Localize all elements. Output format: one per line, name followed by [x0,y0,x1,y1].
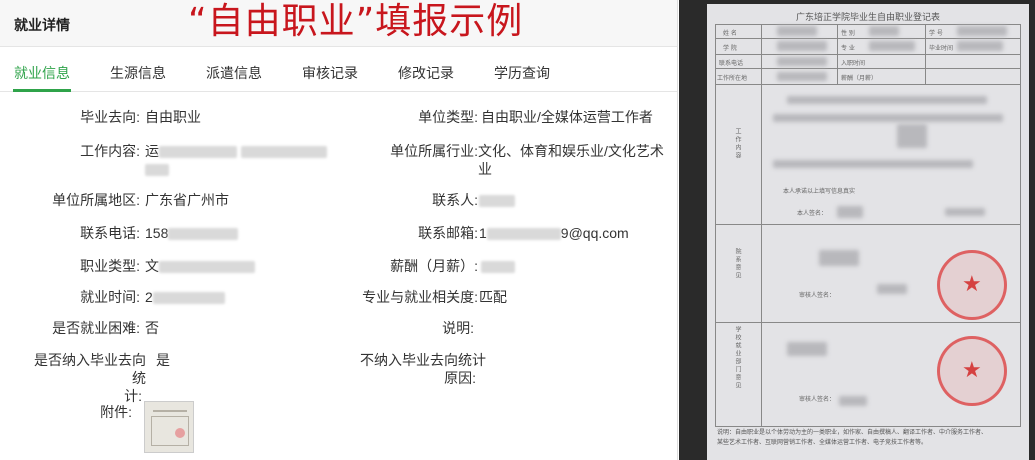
included-label: 是否纳入毕业去向统 计: [34,352,146,404]
difficulty-value: 否 [145,320,159,336]
region-label: 单位所属地区: [52,192,140,208]
job-type-value: 文 [145,257,255,275]
form-reviewer-sign: 审核人签名： [799,292,836,299]
job-content-label: 工作内容: [80,143,140,159]
employment-detail-panel: 就业详情 “自由职业”填报示例 就业信息 生源信息 派遣信息 审核记录 修改记录… [0,0,678,460]
form-label-grad-time: 毕业时间 [929,45,954,52]
relevance-label: 专业与就业相关度: [362,289,478,305]
tab-education-query[interactable]: 学历查询 [494,63,550,83]
form-sign-label: 本人签名： [797,210,828,217]
form-label-student-id: 学 号 [929,30,943,37]
form-label-work-content: 工作内容 [734,128,741,160]
destination-value: 自由职业 [145,109,201,125]
tab-dispatch[interactable]: 派遣信息 [206,63,262,83]
form-promise: 本人承诺以上填写信息真实 [783,188,856,195]
form-label-school-opinion: 学校就业部门意见 [734,326,741,390]
salary-label: 薪酬（月薪）: [390,258,478,274]
tab-bar: 就业信息 生源信息 派遣信息 审核记录 修改记录 学历查询 [0,56,677,92]
contact-label: 联系人: [432,192,478,208]
job-type-label: 职业类型: [80,258,140,274]
industry-value: 文化、体育和娱乐业/文化艺术业 [478,143,664,177]
active-tab-indicator [13,89,71,92]
form-label-college: 学 院 [723,45,737,52]
attachment-thumbnail[interactable] [144,401,194,453]
form-label-major: 专 业 [841,45,855,52]
panel-title: 就业详情 [14,17,70,33]
email-value: 1 9@qq.com [479,225,629,241]
form-label-salary: 薪酬（月薪） [841,75,878,82]
form-label-college-opinion: 院系意见 [734,248,741,280]
salary-value [481,257,515,275]
employment-time-value: 2 [145,288,225,306]
contact-value [479,191,515,209]
excluded-reason-label: 不纳入毕业去向统计 原因: [360,352,486,386]
job-content-value: 运 [145,142,327,160]
form-label-start-time: 入职时间 [841,60,866,67]
industry-label: 单位所属行业: [390,143,478,159]
form-reviewer-sign-2: 审核人签名： [799,396,836,403]
region-value: 广东省广州市 [145,192,229,208]
form-label-name: 姓 名 [723,30,737,37]
registration-form-photo: 广东培正学院毕业生自由职业登记表 姓 名 性 别 学 号 学 院 专 业 毕业时… [679,0,1035,460]
included-value: 是 [156,352,170,368]
form-label-gender: 性 别 [841,30,855,37]
form-footnote: 说明：自由职业是以个体劳动为主的一类职业，如作家、自由撰稿人、翻译工作者、中介服… [717,429,988,446]
attachment-label: 附件: [100,404,132,420]
example-banner: “自由职业”填报示例 [188,1,524,42]
school-seal-icon: ★ [937,336,1007,406]
unit-type-value: 自由职业/全媒体运营工作者 [481,109,653,125]
employment-time-label: 就业时间: [80,289,140,305]
job-content-value-line2 [145,160,169,178]
form-label-workplace: 工作所在地 [717,75,748,82]
relevance-value: 匹配 [479,289,507,305]
phone-value: 158 [145,224,239,242]
form-paper: 广东培正学院毕业生自由职业登记表 姓 名 性 别 学 号 学 院 专 业 毕业时… [707,4,1029,460]
note-label: 说明: [442,320,474,336]
form-label-phone: 联系电话 [719,60,744,67]
tab-review-records[interactable]: 审核记录 [302,63,358,83]
email-label: 联系邮箱: [418,225,478,241]
difficulty-label: 是否就业困难: [52,320,140,336]
tab-employment-info[interactable]: 就业信息 [14,63,70,83]
unit-type-label: 单位类型: [418,109,478,125]
tab-edit-records[interactable]: 修改记录 [398,63,454,83]
form-title: 广东培正学院毕业生自由职业登记表 [795,13,940,23]
destination-label: 毕业去向: [80,109,140,125]
tab-student-source[interactable]: 生源信息 [110,63,166,83]
college-seal-icon: ★ [937,250,1007,320]
phone-label: 联系电话: [80,225,140,241]
